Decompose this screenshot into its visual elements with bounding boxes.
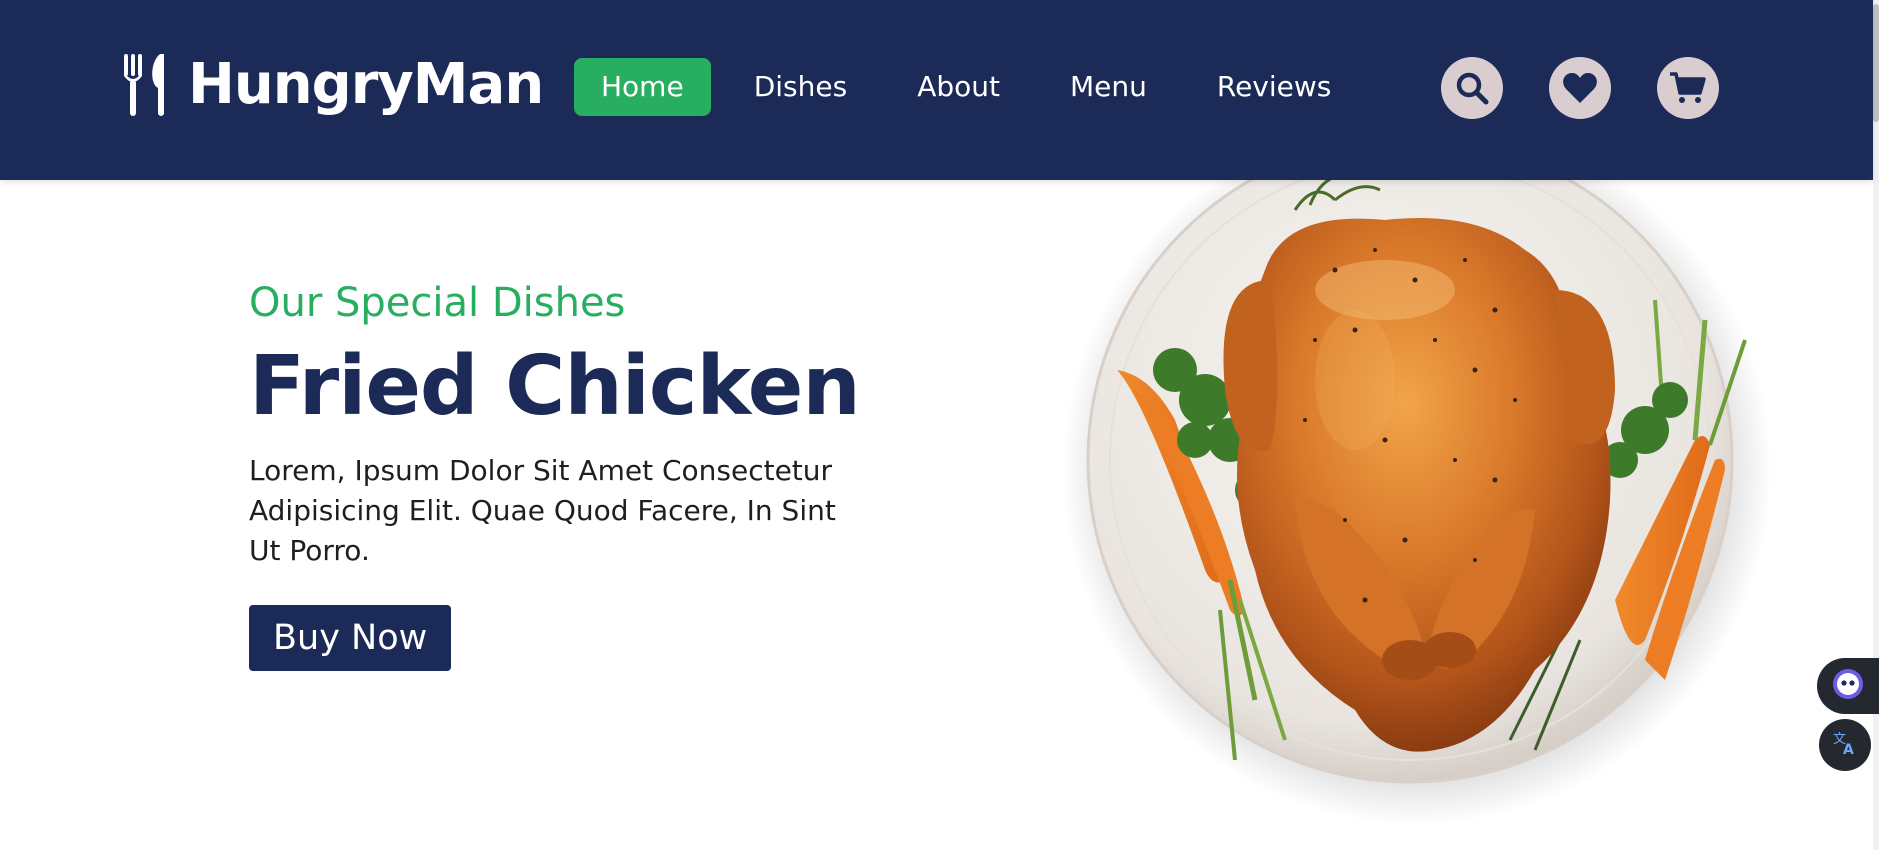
main-nav: Home Dishes About Menu Reviews: [574, 58, 1358, 116]
roast-chicken-image: [1055, 115, 1775, 860]
header-actions: [1441, 57, 1719, 119]
nav-home[interactable]: Home: [574, 58, 711, 116]
nav-reviews[interactable]: Reviews: [1190, 58, 1359, 116]
brand-name: HungryMan: [188, 52, 544, 117]
buy-now-button[interactable]: Buy Now: [249, 605, 452, 671]
nav-dishes[interactable]: Dishes: [727, 58, 875, 116]
search-button[interactable]: [1441, 57, 1503, 119]
nav-about[interactable]: About: [890, 58, 1027, 116]
assistant-icon: [1831, 667, 1865, 705]
scroll-thumb[interactable]: [1873, 4, 1879, 122]
search-icon: [1454, 70, 1490, 106]
cart-button[interactable]: [1657, 57, 1719, 119]
cart-icon: [1669, 71, 1707, 105]
translate-widget-button[interactable]: 文 A: [1819, 719, 1871, 771]
brand-logo[interactable]: HungryMan: [120, 50, 544, 120]
translate-icon: 文 A: [1831, 729, 1859, 761]
nav-menu[interactable]: Menu: [1043, 58, 1174, 116]
heart-icon: [1562, 71, 1598, 105]
hero-section: Our Special Dishes Fried Chicken Lorem, …: [249, 275, 889, 671]
hero-title: Fried Chicken: [249, 339, 861, 434]
assistant-widget-button[interactable]: [1817, 658, 1879, 714]
svg-text:A: A: [1843, 742, 1854, 757]
site-header: HungryMan Home Dishes About Menu Reviews: [0, 0, 1873, 180]
wishlist-button[interactable]: [1549, 57, 1611, 119]
hero-description: Lorem, Ipsum Dolor Sit Amet Consectetur …: [249, 454, 836, 567]
page-scrollbar[interactable]: [1873, 0, 1879, 850]
utensils-icon: [120, 52, 180, 118]
hero-subtitle: Our Special Dishes: [249, 280, 626, 326]
